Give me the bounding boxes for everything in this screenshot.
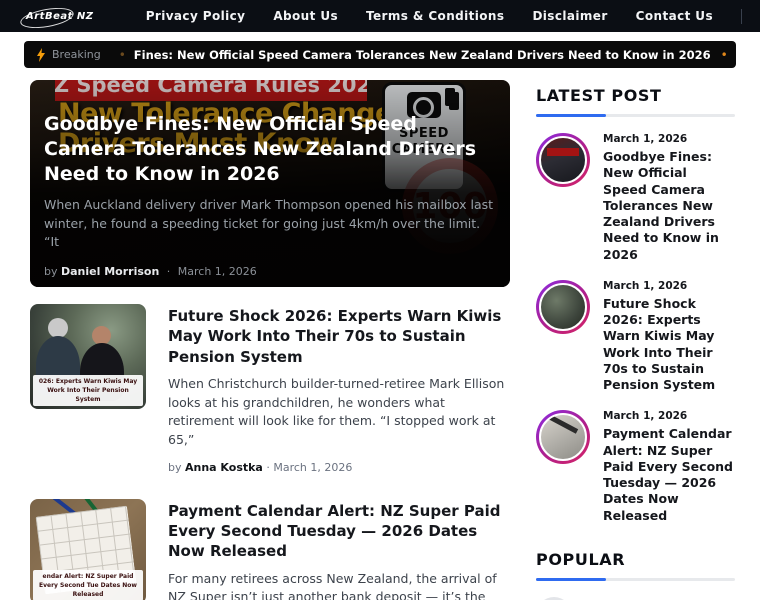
author-link[interactable]: Daniel Morrison	[61, 265, 159, 278]
thumbnail-figure	[48, 318, 68, 338]
featured-article-title[interactable]: Goodbye Fines: New Official Speed Camera…	[44, 112, 494, 187]
ticker-separator: •	[720, 47, 728, 62]
content-area: NZ Speed Camera Rules 2026 New Tolerance…	[0, 68, 760, 600]
author-link[interactable]: Anna Kostka	[185, 461, 263, 474]
latest-post-date: March 1, 2026	[603, 279, 688, 292]
main-nav: Privacy Policy About Us Terms & Conditio…	[146, 8, 742, 24]
featured-article-excerpt: When Auckland delivery driver Mark Thomp…	[44, 196, 494, 250]
latest-post-item[interactable]: March 1, 2026 Goodbye Fines: New Officia…	[536, 133, 735, 263]
top-navbar: ArtBeat NZ Privacy Policy About Us Terms…	[0, 0, 760, 32]
article-thumbnail[interactable]: endar Alert: NZ Super Paid Every Second …	[30, 498, 146, 600]
nav-disclaimer[interactable]: Disclaimer	[532, 9, 607, 23]
article-body: Payment Calendar Alert: NZ Super Paid Ev…	[168, 499, 510, 600]
thumbnail-caption: 026: Experts Warn Kiwis May Work Into Th…	[33, 375, 143, 406]
latest-post-thumbnail[interactable]	[536, 133, 590, 187]
popular-section: POPULAR #1 NZ Driving Licence Renewal Ru…	[536, 550, 735, 600]
main-column: NZ Speed Camera Rules 2026 New Tolerance…	[30, 80, 510, 600]
nav-terms-conditions[interactable]: Terms & Conditions	[366, 9, 504, 23]
article-byline: by Anna Kostka · March 1, 2026	[168, 460, 353, 474]
latest-post-title[interactable]: Payment Calendar Alert: NZ Super Paid Ev…	[603, 426, 735, 524]
breaking-bar-wrap: Breaking • Fines: New Official Speed Cam…	[0, 32, 760, 68]
article-excerpt: For many retirees across New Zealand, th…	[168, 570, 497, 600]
latest-post-date: March 1, 2026	[603, 410, 688, 423]
nav-privacy-policy[interactable]: Privacy Policy	[146, 9, 246, 23]
ticker-headline[interactable]: Fines: New Official Speed Camera Toleran…	[134, 48, 711, 62]
article-body: Future Shock 2026: Experts Warn Kiwis Ma…	[168, 304, 510, 474]
heading-rule	[536, 114, 735, 117]
article-date: March 1, 2026	[273, 460, 353, 474]
popular-heading: POPULAR	[536, 549, 626, 569]
thumbnail-caption: endar Alert: NZ Super Paid Every Second …	[33, 569, 143, 600]
article-thumbnail[interactable]: 026: Experts Warn Kiwis May Work Into Th…	[30, 304, 146, 409]
latest-post-thumbnail[interactable]	[536, 410, 590, 465]
latest-post-heading: LATEST POST	[536, 86, 662, 105]
article-title[interactable]: Future Shock 2026: Experts Warn Kiwis Ma…	[168, 306, 510, 367]
latest-post-title[interactable]: Goodbye Fines: New Official Speed Camera…	[603, 149, 735, 263]
latest-post-thumbnail[interactable]	[536, 279, 590, 334]
latest-post-item[interactable]: March 1, 2026 Payment Calendar Alert: NZ…	[536, 410, 735, 524]
latest-post-date: March 1, 2026	[603, 133, 688, 145]
article-title[interactable]: Payment Calendar Alert: NZ Super Paid Ev…	[168, 501, 510, 562]
ticker-separator: •	[118, 47, 126, 62]
breaking-ticker: Breaking • Fines: New Official Speed Cam…	[24, 41, 736, 68]
article-list-item[interactable]: endar Alert: NZ Super Paid Every Second …	[30, 498, 510, 600]
breaking-label: Breaking	[36, 47, 101, 62]
lightning-bolt-icon	[37, 47, 45, 62]
nav-about-us[interactable]: About Us	[273, 9, 338, 23]
heading-rule	[536, 577, 735, 581]
latest-post-title[interactable]: Future Shock 2026: Experts Warn Kiwis Ma…	[603, 296, 735, 394]
article-list-item[interactable]: 026: Experts Warn Kiwis May Work Into Th…	[30, 304, 510, 474]
featured-article-card[interactable]: NZ Speed Camera Rules 2026 New Tolerance…	[30, 80, 510, 287]
article-excerpt: When Christchurch builder-turned-retiree…	[168, 375, 505, 447]
hero-content: Goodbye Fines: New Official Speed Camera…	[44, 112, 496, 278]
sidebar: LATEST POST March 1, 2026 Goodbye Fines:…	[536, 80, 735, 600]
article-date: March 1, 2026	[177, 265, 257, 278]
nav-contact-us[interactable]: Contact Us	[636, 9, 713, 23]
latest-post-item[interactable]: March 1, 2026 Future Shock 2026: Experts…	[536, 279, 735, 394]
featured-article-byline: by Daniel Morrison · March 1, 2026	[44, 265, 257, 278]
site-logo[interactable]: ArtBeat NZ	[18, 6, 102, 27]
nav-divider	[741, 8, 742, 24]
